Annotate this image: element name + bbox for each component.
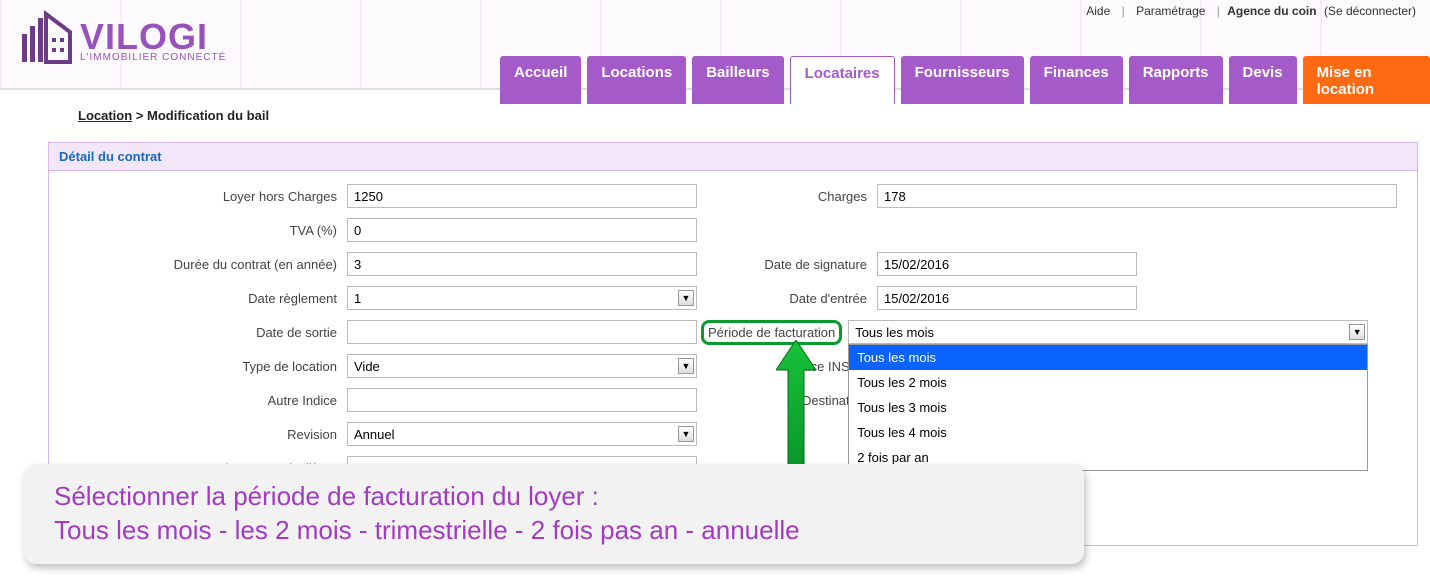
periode-select[interactable]: Tous les mois ▼ (848, 320, 1368, 344)
tab-mise-en-location[interactable]: Mise en location (1303, 56, 1430, 104)
autre-indice-input[interactable] (347, 388, 697, 412)
revision-select[interactable]: Annuel ▼ (347, 422, 697, 446)
date-entree-label: Date d'entrée (701, 291, 877, 306)
revision-label: Revision (61, 427, 347, 442)
tab-fournisseurs[interactable]: Fournisseurs (901, 56, 1024, 104)
instruction-line2: Tous les mois - les 2 mois - trimestriel… (54, 514, 1054, 548)
chevron-down-icon: ▼ (1349, 324, 1365, 340)
tab-finances[interactable]: Finances (1030, 56, 1123, 104)
date-signature-input[interactable] (877, 252, 1137, 276)
periode-value: Tous les mois (855, 325, 934, 340)
chevron-down-icon: ▼ (678, 358, 694, 374)
tab-bailleurs[interactable]: Bailleurs (692, 56, 783, 104)
separator: | (1217, 4, 1220, 18)
help-link[interactable]: Aide (1086, 4, 1110, 18)
topbar: Aide | Paramétrage | Agence du coin (Se … (1082, 4, 1420, 18)
date-sortie-label: Date de sortie (61, 325, 347, 340)
breadcrumb-sep: > (136, 108, 144, 123)
periode-label: Période de facturation (708, 325, 835, 340)
agency-name: Agence du coin (1227, 4, 1316, 18)
panel-title: Détail du contrat (49, 143, 1417, 171)
periode-option[interactable]: Tous les 3 mois (849, 395, 1367, 420)
breadcrumb: Location > Modification du bail (78, 108, 269, 123)
autre-indice-label: Autre Indice (61, 393, 347, 408)
tab-locations[interactable]: Locations (587, 56, 686, 104)
tab-locataires[interactable]: Locataires (790, 56, 895, 104)
revision-value: Annuel (354, 427, 394, 442)
tab-devis[interactable]: Devis (1229, 56, 1297, 104)
date-reglement-value: 1 (354, 291, 361, 306)
tab-rapports[interactable]: Rapports (1129, 56, 1223, 104)
duree-label: Durée du contrat (en année) (61, 257, 347, 272)
loyer-input[interactable] (347, 184, 697, 208)
tva-label: TVA (%) (61, 223, 347, 238)
periode-option[interactable]: Tous les mois (849, 345, 1367, 370)
settings-link[interactable]: Paramétrage (1136, 4, 1205, 18)
periode-highlight: Période de facturation (701, 320, 842, 345)
date-sortie-input[interactable] (347, 320, 697, 344)
charges-input[interactable] (877, 184, 1397, 208)
main-nav: Accueil Locations Bailleurs Locataires F… (500, 56, 1430, 104)
date-entree-input[interactable] (877, 286, 1137, 310)
logout-link[interactable]: (Se déconnecter) (1324, 4, 1416, 18)
separator: | (1122, 4, 1125, 18)
logo-tagline: L'IMMOBILIER CONNECTÉ (80, 52, 226, 63)
building-icon (14, 8, 74, 71)
loyer-label: Loyer hors Charges (61, 189, 347, 204)
breadcrumb-current: Modification du bail (147, 108, 269, 123)
logo: VILOGI L'IMMOBILIER CONNECTÉ (14, 8, 226, 71)
periode-option[interactable]: Tous les 2 mois (849, 370, 1367, 395)
tab-accueil[interactable]: Accueil (500, 56, 581, 104)
instruction-callout: Sélectionner la période de facturation d… (24, 464, 1084, 564)
periode-option[interactable]: Tous les 4 mois (849, 420, 1367, 445)
type-location-value: Vide (354, 359, 380, 374)
periode-dropdown: Tous les mois Tous les 2 mois Tous les 3… (848, 344, 1368, 471)
charges-label: Charges (701, 189, 877, 204)
type-location-select[interactable]: Vide ▼ (347, 354, 697, 378)
date-reglement-select[interactable]: 1 ▼ (347, 286, 697, 310)
chevron-down-icon: ▼ (678, 290, 694, 306)
date-signature-label: Date de signature (701, 257, 877, 272)
chevron-down-icon: ▼ (678, 426, 694, 442)
tva-input[interactable] (347, 218, 697, 242)
breadcrumb-location[interactable]: Location (78, 108, 132, 123)
duree-input[interactable] (347, 252, 697, 276)
date-reglement-label: Date règlement (61, 291, 347, 306)
type-location-label: Type de location (61, 359, 347, 374)
instruction-line1: Sélectionner la période de facturation d… (54, 480, 1054, 514)
